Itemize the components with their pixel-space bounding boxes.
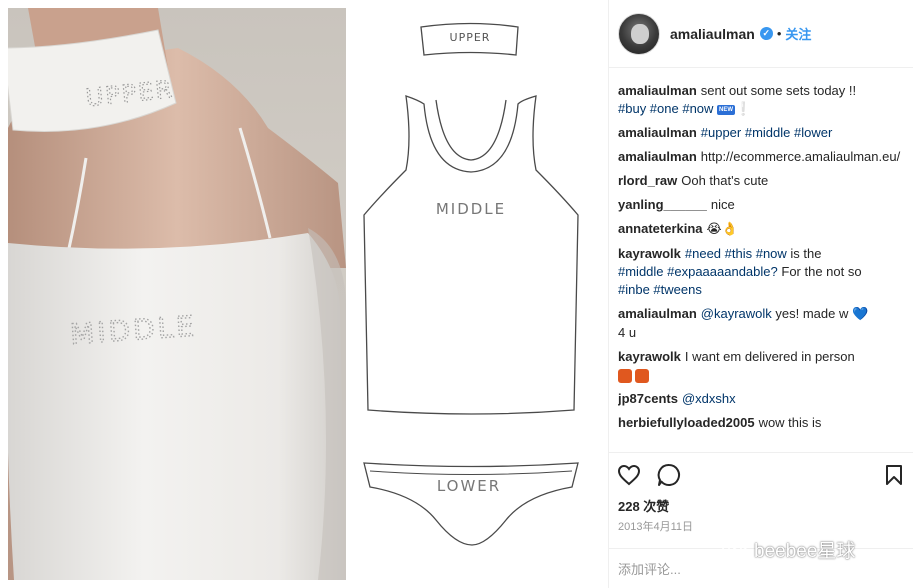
comment-text: sent out some sets today !! xyxy=(700,83,857,98)
comment-list: amaliaulman sent out some sets today !! #… xyxy=(618,82,903,450)
lower-label: LOWER xyxy=(437,477,501,495)
comment-item: rlord_raw Ooh that's cute xyxy=(618,172,903,190)
comment-mention[interactable]: @xdxshx xyxy=(682,391,736,406)
verified-icon: ✓ xyxy=(759,27,773,40)
upper-label: UPPER xyxy=(450,31,491,44)
comment-item: herbiefullyloaded2005 wow this is xyxy=(618,414,903,432)
comment-text: is the xyxy=(790,246,822,261)
photo-illustration: UPPER MIDDLE xyxy=(8,8,346,580)
comment-text: 4 u xyxy=(618,325,637,340)
bookmark-icon[interactable] xyxy=(885,464,903,486)
comment-username[interactable]: kayrawolk xyxy=(618,349,681,364)
comment-username[interactable]: kayrawolk xyxy=(618,246,681,261)
comment-item: annateterkina 😭👌 xyxy=(618,220,903,239)
post-side-panel: amaliaulman ✓ • 关注 amaliaulman sent out s… xyxy=(608,0,913,588)
new-badge: NEW xyxy=(717,104,736,115)
comment-icon[interactable] xyxy=(657,463,681,487)
comment-hashtags[interactable]: #buy #one #now xyxy=(618,101,713,116)
middle-label: MIDDLE xyxy=(436,200,506,218)
comment-text: yes! made w xyxy=(775,306,849,321)
comment-username[interactable]: rlord_raw xyxy=(618,173,677,188)
garment-outlines: UPPER MIDDLE LOWER xyxy=(363,22,579,546)
exclamation-emoji: ❕ xyxy=(735,101,752,116)
blue-heart-emoji: 💙 xyxy=(852,307,869,322)
action-bar xyxy=(609,452,913,496)
comment-hashtags[interactable]: #middle #expaaaaandable? xyxy=(618,264,778,279)
comment-text: nice xyxy=(710,197,735,212)
comment-item: kayrawolk #need #this #now is the #middle… xyxy=(618,245,903,299)
comment-username[interactable]: amaliaulman xyxy=(618,149,697,164)
comment-username[interactable]: amaliaulman xyxy=(618,125,697,140)
comment-username[interactable]: amaliaulman xyxy=(618,306,697,321)
separator-dot: • xyxy=(776,26,782,41)
comment-item: amaliaulman @kayrawolk yes! made w 💙 4 u xyxy=(618,305,903,342)
garment-diagram: UPPER MIDDLE LOWER xyxy=(346,0,608,588)
post-date: 2013年4月11日 xyxy=(618,521,694,533)
like-count[interactable]: 228 次赞 xyxy=(618,496,669,515)
comment-hashtags[interactable]: #inbe #tweens xyxy=(618,282,702,297)
post-photo: UPPER MIDDLE xyxy=(8,8,346,580)
comment-mention[interactable]: @kayrawolk xyxy=(701,306,772,321)
comment-item: yanling______ nice xyxy=(618,196,903,214)
comment-username[interactable]: yanling______ xyxy=(618,197,707,212)
post-header: amaliaulman ✓ • 关注 xyxy=(609,0,913,68)
comment-emoji: 😭👌 xyxy=(706,222,738,237)
comment-item: kayrawolk I want em delivered in person xyxy=(618,348,903,384)
comment-text: wow this is xyxy=(758,415,822,430)
comment-item: amaliaulman #upper #middle #lower xyxy=(618,124,903,142)
house-emoji-icon xyxy=(618,368,632,383)
avatar[interactable] xyxy=(618,12,660,55)
comment-item: amaliaulman http://ecommerce.amaliaulman.… xyxy=(618,148,903,166)
comment-hashtags[interactable]: #need #this #now xyxy=(685,246,787,261)
comment-text: I want em delivered in person xyxy=(684,349,855,364)
wechat-icon xyxy=(722,540,748,558)
comment-item: amaliaulman sent out some sets today !! #… xyxy=(618,82,903,118)
comment-hashtags[interactable]: #upper #middle #lower xyxy=(701,125,833,140)
comment-text: Ooh that's cute xyxy=(681,173,769,188)
heart-icon[interactable] xyxy=(617,464,641,486)
comment-text: http://ecommerce.amaliaulman.eu/ xyxy=(700,149,901,164)
house-emoji-icon xyxy=(635,368,649,383)
comment-username[interactable]: jp87cents xyxy=(618,391,678,406)
comment-username[interactable]: annateterkina xyxy=(618,221,703,236)
watermark: beebee星球 xyxy=(722,536,855,563)
add-comment-placeholder: 添加评论... xyxy=(618,562,681,577)
comment-username[interactable]: amaliaulman xyxy=(618,83,697,98)
header-username[interactable]: amaliaulman xyxy=(670,26,755,42)
watermark-text: beebee星球 xyxy=(754,541,856,562)
follow-button[interactable]: 关注 xyxy=(785,24,811,43)
comment-item: jp87cents @xdxshx xyxy=(618,390,903,408)
comment-text: For the not so xyxy=(781,264,862,279)
comment-username[interactable]: herbiefullyloaded2005 xyxy=(618,415,755,430)
